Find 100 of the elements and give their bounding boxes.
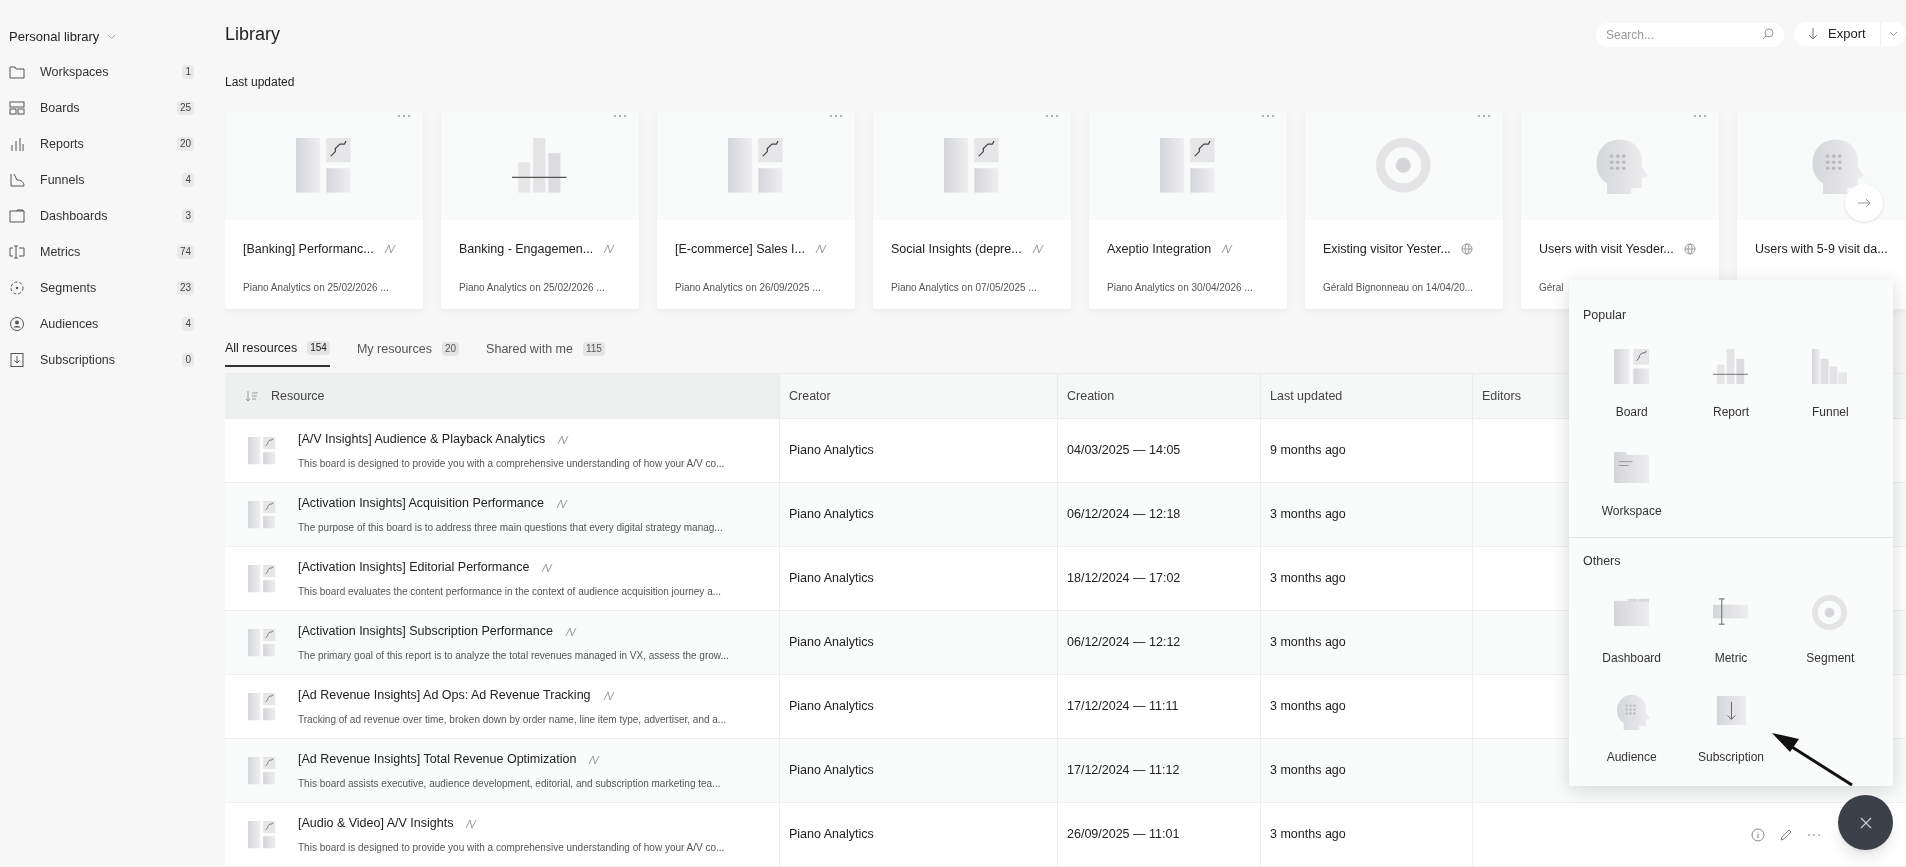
- count-badge: 1: [182, 65, 194, 79]
- layout-icon: [9, 100, 25, 116]
- download-icon: [1808, 27, 1818, 41]
- table-cell-text: 3 months ago: [1270, 634, 1346, 652]
- board-thumbnail-icon: [248, 500, 276, 529]
- card-title: Users with visit Yesder...: [1539, 241, 1674, 258]
- resource-title[interactable]: [Ad Revenue Insights] Total Revenue Optimization: [298, 750, 577, 769]
- resource-title[interactable]: [Audio & Video] A/V Insights: [298, 814, 454, 833]
- pulse-icon: [541, 561, 554, 574]
- table-cell-text: 06/12/2024 — 12:18: [1067, 506, 1181, 524]
- board-thumbnail-icon: [248, 756, 276, 785]
- create-option[interactable]: Funnel: [1780, 332, 1880, 432]
- table-cell-text: 17/12/2024 — 11:12: [1067, 762, 1180, 780]
- count-badge: 154: [307, 341, 330, 355]
- create-option[interactable]: Metric: [1681, 578, 1781, 678]
- count-badge: 23: [176, 281, 194, 295]
- resource-title[interactable]: [A/V Insights] Audience & Playback Analytics: [298, 430, 546, 449]
- resource-card[interactable]: Axeptio Integration Piano Analytics on 30/04/2026 ...: [1089, 112, 1287, 309]
- resource-card[interactable]: [E-commerce] Sales I... Piano Analytics on 26/09/2025 ...: [657, 112, 855, 309]
- count-badge: 20: [441, 342, 460, 356]
- library-selector[interactable]: Personal library: [9, 27, 100, 47]
- create-option[interactable]: Report: [1681, 332, 1781, 432]
- resource-card[interactable]: Banking - Engagemen... Piano Analytics on 25/02/2026 ...: [441, 112, 639, 309]
- sidebar-item[interactable]: Audiences 4: [9, 306, 194, 342]
- resource-description: This board is designed to provide you with a comprehensive understanding of how your A/V co...: [298, 456, 725, 471]
- export-button[interactable]: Export: [1794, 22, 1906, 46]
- card-meta: Géral: [1539, 281, 1564, 295]
- section-title: Last updated: [225, 74, 295, 91]
- card-title: [Banking] Performanc...: [243, 241, 374, 258]
- board-thumbnail-icon: [248, 564, 276, 593]
- create-option[interactable]: Audience: [1582, 677, 1682, 777]
- folder-icon: [9, 64, 25, 80]
- column-header[interactable]: Creator: [789, 386, 831, 406]
- table-cell-text: Piano Analytics: [789, 762, 874, 780]
- more-icon: [1045, 114, 1059, 118]
- tab[interactable]: My resources 20: [356, 337, 460, 367]
- more-icon: [613, 114, 627, 118]
- sidebar-item[interactable]: Workspaces 1: [9, 54, 194, 90]
- create-option[interactable]: Board: [1582, 332, 1682, 432]
- sidebar-item[interactable]: Funnels 4: [9, 162, 194, 198]
- sidebar-item[interactable]: Segments 23: [9, 270, 194, 306]
- count-badge: 20: [176, 137, 194, 151]
- table-cell-text: 9 months ago: [1270, 442, 1346, 460]
- board-thumbnail-icon: [248, 820, 276, 849]
- table-cell-text: Piano Analytics: [789, 826, 874, 844]
- sidebar-item[interactable]: Subscriptions 0: [9, 342, 194, 378]
- resource-title[interactable]: [Activation Insights] Editorial Performance: [298, 558, 530, 577]
- funnel-chart-icon: [1812, 348, 1849, 385]
- count-badge: 4: [182, 317, 194, 331]
- resource-card[interactable]: [Banking] Performanc... Piano Analytics on 25/02/2026 ...: [225, 112, 423, 309]
- resource-title[interactable]: [Ad Revenue Insights] Ad Ops: Ad Revenue Tracking: [298, 686, 591, 705]
- target-icon: [9, 280, 25, 296]
- table-cell-text: 3 months ago: [1270, 826, 1346, 844]
- pulse-icon: [602, 689, 615, 702]
- search-field[interactable]: Search...: [1596, 23, 1784, 47]
- sidebar-item[interactable]: Reports 20: [9, 126, 194, 162]
- resource-description: The primary goal of this report is to analyze the total revenues managed in VX, assess the grow...: [298, 648, 729, 663]
- create-option[interactable]: Dashboard: [1582, 578, 1682, 678]
- pencil-icon[interactable]: [1779, 827, 1793, 842]
- resource-card[interactable]: Social Insights (depre... Piano Analytics on 07/05/2025 ...: [873, 112, 1071, 309]
- column-header[interactable]: Resource: [271, 386, 325, 406]
- sidebar-item[interactable]: Metrics 74: [9, 234, 194, 270]
- card-title: Social Insights (depre...: [891, 241, 1022, 258]
- sidebar-item[interactable]: Dashboards 3: [9, 198, 194, 234]
- table-cell-text: Piano Analytics: [789, 570, 874, 588]
- card-meta: Piano Analytics on 26/09/2025 ...: [675, 281, 821, 295]
- resource-description: This board assists executive, audience development, editorial, and subscription marketing tea...: [298, 776, 721, 791]
- count-badge: 3: [182, 209, 194, 223]
- card-meta: Piano Analytics on 07/05/2025 ...: [891, 281, 1037, 295]
- board-thumbnail-icon: [248, 692, 276, 721]
- table-cell-text: 3 months ago: [1270, 698, 1346, 716]
- metric-icon: [9, 244, 25, 260]
- sort-icon[interactable]: [245, 390, 259, 402]
- table-cell-text: 26/09/2025 — 11:01: [1067, 826, 1180, 844]
- tab[interactable]: All resources 154: [225, 337, 330, 367]
- table-cell-text: 3 months ago: [1270, 570, 1346, 588]
- sidebar-item[interactable]: Boards 25: [9, 90, 194, 126]
- resource-title[interactable]: [Activation Insights] Subscription Performance: [298, 622, 553, 641]
- arrow-right-icon: [1857, 198, 1871, 208]
- column-header[interactable]: Editors: [1482, 386, 1521, 406]
- target-icon: [1812, 594, 1849, 631]
- more-icon[interactable]: [1807, 832, 1821, 837]
- close-icon: [1859, 816, 1872, 829]
- card-meta: Piano Analytics on 25/02/2026 ...: [243, 281, 389, 295]
- tab[interactable]: Shared with me 115: [486, 337, 605, 367]
- create-option[interactable]: Workspace: [1582, 431, 1682, 531]
- chevron-down-icon[interactable]: [1889, 31, 1898, 37]
- info-icon[interactable]: [1751, 827, 1765, 842]
- card-title: Users with 5-9 visit da...: [1755, 241, 1888, 258]
- resource-description: This board evaluates the content performance in the context of audience acquisition journey a...: [298, 584, 722, 599]
- column-header[interactable]: Last updated: [1270, 386, 1343, 406]
- create-option[interactable]: Subscription: [1681, 677, 1781, 777]
- globe-icon: [1460, 243, 1473, 256]
- pulse-icon: [588, 753, 601, 766]
- pulse-icon: [557, 433, 570, 446]
- resource-title[interactable]: [Activation Insights] Acquisition Performance: [298, 494, 544, 513]
- pulse-icon: [383, 243, 396, 256]
- resource-card[interactable]: Existing visitor Yester... Gérald Bignonneau on 14/04/20...: [1305, 112, 1503, 309]
- create-option[interactable]: Segment: [1780, 578, 1880, 678]
- column-header[interactable]: Creation: [1067, 386, 1115, 406]
